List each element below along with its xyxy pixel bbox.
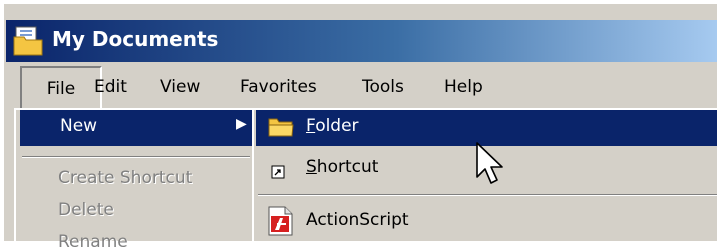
- folder-icon: [268, 118, 294, 137]
- file-menu-item-rename[interactable]: Rename: [58, 232, 128, 252]
- menu-edit[interactable]: Edit: [86, 66, 135, 108]
- shortcut-label-accelerator: S: [306, 157, 317, 177]
- window-border-left: [0, 0, 4, 241]
- new-submenu-item-folder-label: Folder: [306, 116, 359, 136]
- shortcut-icon[interactable]: [270, 164, 286, 180]
- menu-separator: [22, 156, 250, 158]
- shortcut-label-rest: hortcut: [316, 157, 379, 177]
- file-menu-item-create-shortcut[interactable]: Create Shortcut: [58, 168, 192, 188]
- mouse-cursor-icon: [476, 142, 503, 184]
- new-submenu-item-shortcut[interactable]: Shortcut: [306, 157, 378, 177]
- window-border-top: [0, 0, 717, 4]
- menu-view[interactable]: View: [152, 66, 208, 108]
- menu-tools[interactable]: Tools: [354, 66, 412, 108]
- my-documents-folder-icon: [13, 26, 43, 56]
- file-menu-item-new[interactable]: [20, 110, 252, 146]
- menu-separator: [258, 194, 717, 196]
- top-strip: [710, 4, 717, 20]
- folder-label-accelerator: F: [306, 116, 316, 136]
- window-title: My Documents: [52, 27, 219, 51]
- menu-help[interactable]: Help: [436, 66, 491, 108]
- menu-favorites[interactable]: Favorites: [232, 66, 325, 108]
- file-menu-item-new-label: New: [60, 116, 98, 136]
- file-menu-item-delete[interactable]: Delete: [58, 200, 114, 220]
- actionscript-file-icon: [268, 206, 293, 236]
- submenu-arrow-icon: ▶: [236, 116, 247, 132]
- folder-label-rest: older: [315, 116, 359, 136]
- new-submenu-item-actionscript[interactable]: ActionScript: [306, 210, 409, 230]
